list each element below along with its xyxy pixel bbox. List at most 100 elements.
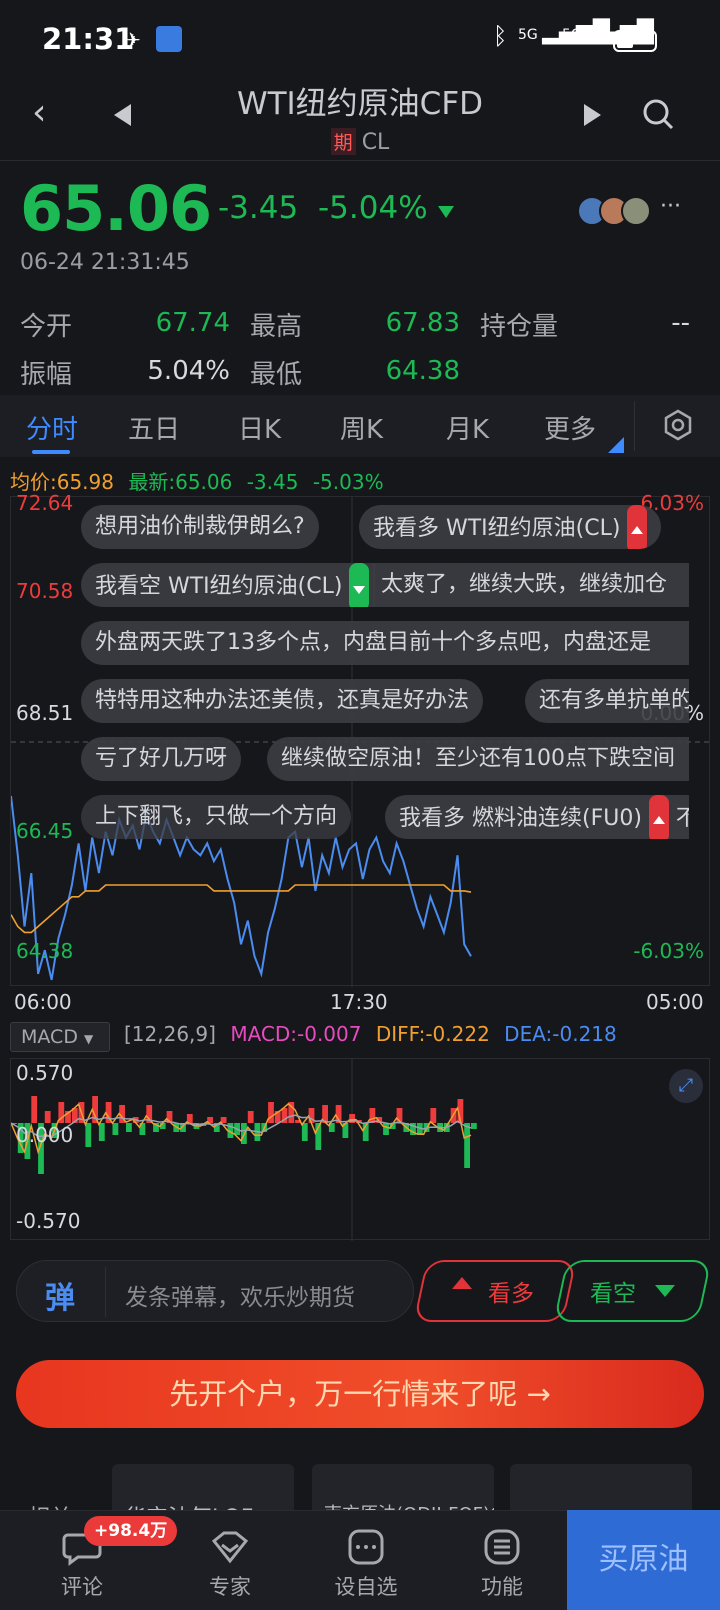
tab-weekly-k[interactable]: 周K [340, 409, 383, 446]
avatar-group[interactable] [577, 196, 651, 226]
macd-bar [383, 1123, 389, 1135]
open-label: 今开 [20, 312, 73, 342]
danmu-bubble[interactable]: 还有多单抗单的 [525, 679, 689, 723]
macd-bar [44, 1111, 51, 1123]
y-axis-pct-bottom: -6.03% [633, 939, 704, 963]
next-contract-icon[interactable] [584, 104, 601, 126]
tab-divider [634, 401, 635, 451]
active-tab-underline [32, 450, 70, 454]
macd-params: [12,26,9] [124, 1022, 216, 1046]
danmu-bubble[interactable]: 想用油价制裁伊朗么? [81, 505, 319, 549]
bull-icon [648, 795, 669, 839]
status-bar: 21:31 ✈ ᛒ 5G ▂▄▆█ 5G ▂▄▆█ [0, 0, 720, 84]
divider [105, 1267, 106, 1317]
divider [0, 160, 720, 161]
price-change: -3.45 [218, 190, 299, 226]
danmu-bubble[interactable]: 继续做空原油！至少还有100点下跌空间 [267, 737, 689, 781]
bull-icon [627, 505, 648, 549]
danmu-bubble[interactable]: 我看空 WTI纽约原油(CL) [81, 563, 376, 607]
danmu-icon: 弹 [45, 1281, 75, 1316]
x-axis-label: 17:30 [330, 990, 388, 1014]
oi-value: -- [671, 308, 690, 338]
buy-button[interactable]: 买原油 [567, 1510, 720, 1610]
danmu-bubble[interactable]: 我看多 燃料油连续(FU0) 不 [385, 795, 689, 839]
add-watchlist-icon [348, 1529, 384, 1565]
open-account-banner[interactable]: 先开个户，万一行情来了呢 → [16, 1360, 704, 1428]
tab-monthly-k[interactable]: 月K [446, 409, 489, 446]
latest-change-pct: -5.03% [312, 470, 384, 494]
danmu-text: 我看多 WTI纽约原油(CL) [373, 516, 621, 541]
danmu-placeholder: 发条弹幕，欢乐炒期货 [125, 1285, 355, 1311]
macd-bar [85, 1123, 92, 1147]
avatar [621, 196, 651, 226]
macd-bar [268, 1102, 274, 1123]
chart-app-icon [156, 26, 182, 52]
macd-chart-svg [11, 1059, 477, 1241]
danmu-text: 我看多 燃料油连续(FU0) [399, 806, 642, 831]
danmu-bubble[interactable]: 特特用这种办法还美债，还真是好办法 [81, 679, 484, 723]
danmu-input-bar[interactable]: 弹 发条弹幕，欢乐炒期货 [16, 1260, 414, 1322]
price-change-pct: -5.04% [318, 190, 428, 226]
amp-label: 振幅 [20, 360, 73, 390]
period-tabs: 分时 五日 日K 周K 月K 更多 [0, 395, 720, 457]
quote-datetime: 06-24 21:31:45 [20, 250, 190, 275]
high-label: 最高 [250, 312, 303, 342]
tab-5day[interactable]: 五日 [128, 409, 180, 446]
clock: 21:31 [42, 22, 135, 56]
macd-y-mid: 0.000 [16, 1123, 74, 1147]
chevron-down-icon: ▼ [84, 1032, 94, 1046]
danmu-bubble[interactable]: 上下翻飞，只做一个方向 [81, 795, 352, 839]
more-icon[interactable]: ··· [660, 194, 681, 219]
low-label: 最低 [250, 360, 303, 390]
macd-bar [31, 1096, 38, 1123]
oi-label: 持仓量 [480, 312, 559, 342]
tab-more[interactable]: 更多 [544, 409, 596, 446]
y-axis-label: 64.38 [16, 939, 74, 963]
y-axis-label: 66.45 [16, 819, 74, 843]
open-value: 67.74 [155, 308, 230, 338]
x-axis-label: 06:00 [14, 990, 72, 1014]
latest-price: 最新:65.06 [128, 470, 233, 494]
macd-value: MACD:-0.007 [230, 1022, 362, 1046]
macd-y-bottom: -0.570 [16, 1209, 81, 1233]
chart-settings-icon[interactable] [662, 409, 694, 445]
code-text: CL [361, 130, 390, 155]
bear-icon [349, 563, 370, 607]
last-price: 65.06 [20, 172, 212, 245]
expert-icon [211, 1531, 249, 1564]
macd-bar [301, 1123, 308, 1141]
danmu-bubble[interactable]: 亏了好几万呀 [81, 737, 242, 781]
tab-intraday[interactable]: 分时 [26, 409, 78, 446]
bear-icon [655, 1285, 675, 1297]
indicator-select[interactable]: MACD ▼ [10, 1022, 110, 1052]
macd-bar [471, 1123, 477, 1129]
futures-tag: 期 [330, 128, 356, 155]
danmu-bubble[interactable]: 太爽了，继续大跌，继续加仓 [373, 563, 689, 607]
danmu-bubble[interactable]: 外盘两天跌了13多个点，内盘目前十个多点吧，内盘还是 [81, 621, 689, 665]
macd-bar [126, 1123, 132, 1132]
macd-bar [98, 1123, 105, 1141]
macd-chart[interactable]: 0.570 0.000 -0.570 ⤢ [10, 1058, 710, 1241]
search-icon[interactable] [642, 98, 674, 130]
y-axis-label: 72.64 [16, 491, 74, 515]
danmu-text: 我看空 WTI纽约原油(CL) [95, 574, 343, 599]
avg-price-line [11, 884, 472, 934]
diff-value: DIFF:-0.222 [375, 1022, 490, 1046]
battery-icon [613, 30, 657, 52]
low-value: 64.38 [385, 356, 460, 386]
amp-value: 5.04% [147, 356, 230, 386]
tab-daily-k[interactable]: 日K [238, 409, 281, 446]
intraday-chart[interactable]: 72.64 70.58 68.51 66.45 64.38 6.03% 0.00… [10, 491, 711, 987]
comment-count-badge: +98.4万 [84, 1516, 178, 1546]
bluetooth-icon: ᛒ [493, 22, 508, 50]
latest-change: -3.45 [246, 470, 299, 494]
macd-y-top: 0.570 [16, 1061, 74, 1085]
dea-value: DEA:-0.218 [504, 1022, 617, 1046]
contract-code: 期 CL [0, 128, 720, 155]
expand-icon[interactable]: ⤢ [669, 1069, 703, 1103]
danmu-text: 不 [675, 806, 689, 831]
danmu-bubble[interactable]: 我看多 WTI纽约原油(CL) [359, 505, 662, 549]
page-title: WTI纽约原油CFD [236, 86, 484, 122]
high-value: 67.83 [385, 308, 460, 338]
macd-bar [430, 1108, 437, 1123]
